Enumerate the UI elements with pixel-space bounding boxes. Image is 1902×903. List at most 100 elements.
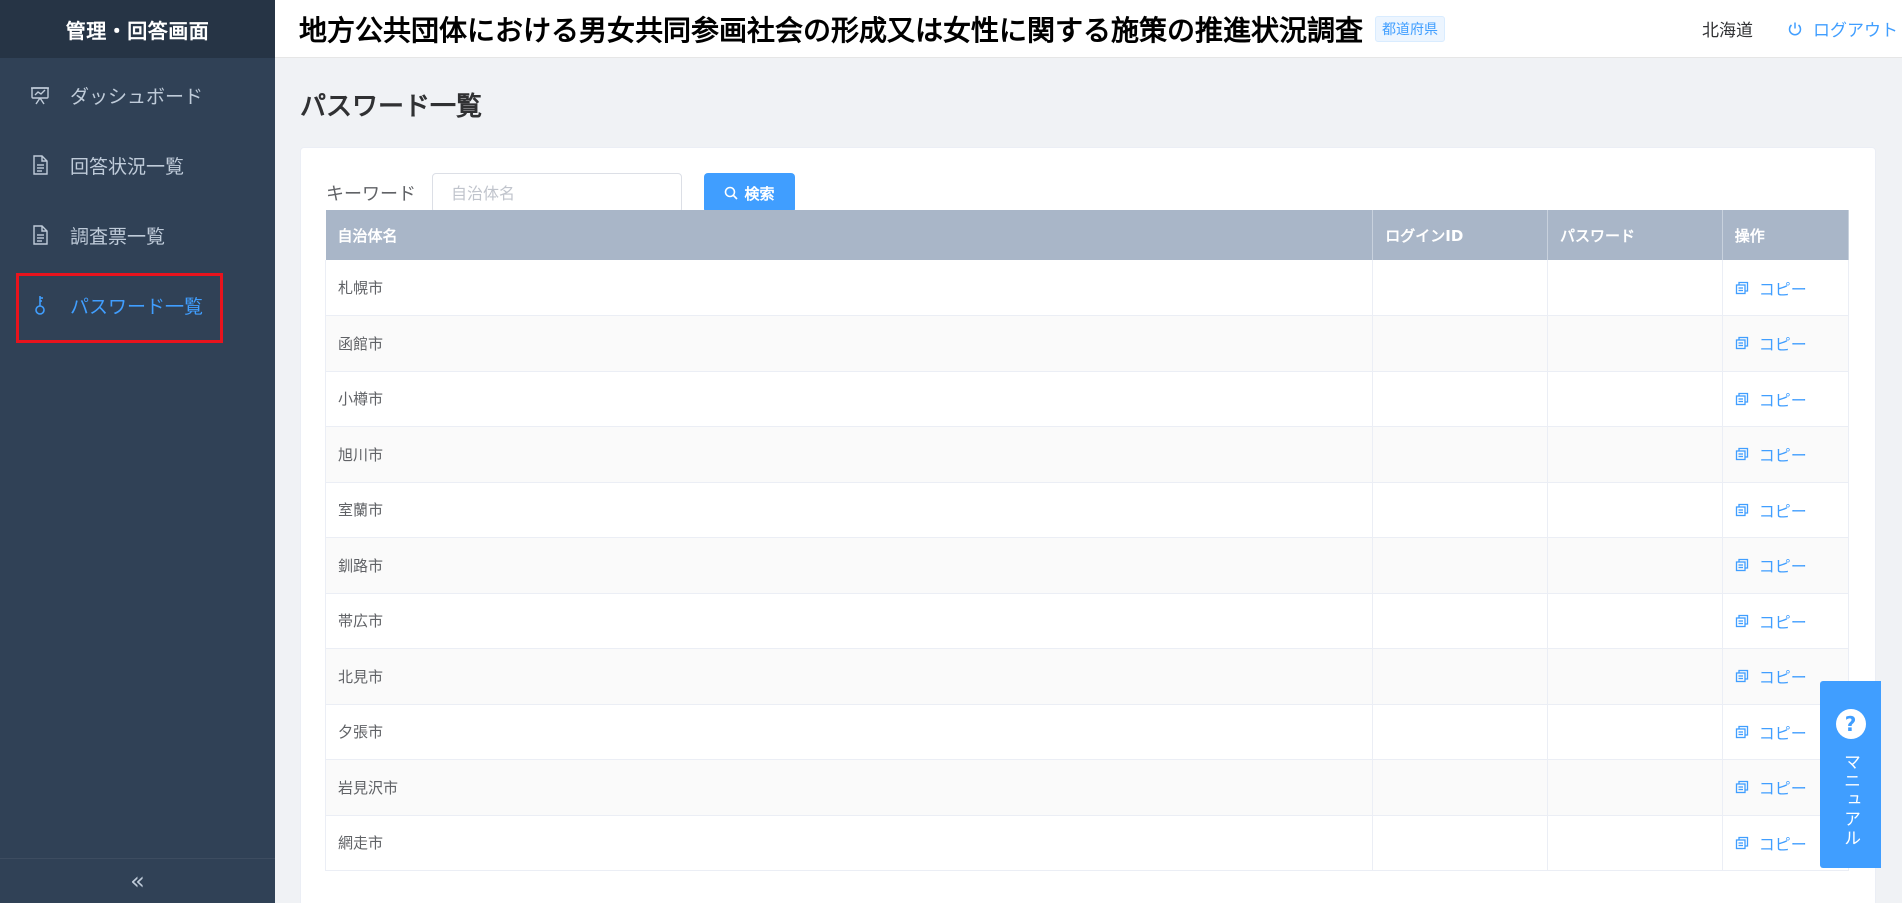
copy-button[interactable]: コピー <box>1735 387 1807 411</box>
password-cell <box>1547 593 1723 649</box>
password-table: 自治体名 ログインID パスワード 操作 札幌市 コピー 函館市 コピー 小樽市… <box>324 210 1850 871</box>
column-header-login-id: ログインID <box>1372 210 1549 260</box>
main-content: パスワード一覧 キーワード 検索 自治体名 ログインID パス <box>275 58 1902 903</box>
municipality-name: 札幌市 <box>338 279 384 297</box>
category-tag: 都道府県 <box>1375 15 1446 42</box>
manual-label: マニュアル <box>1840 753 1860 848</box>
table-row: 岩見沢市 コピー <box>324 759 1850 816</box>
header-right: 北海道 ログアウト <box>1702 16 1902 41</box>
municipality-name: 網走市 <box>338 834 384 853</box>
login-id-cell <box>1372 482 1549 538</box>
search-button[interactable]: 検索 <box>704 173 795 213</box>
table-row: 網走市 コピー <box>324 815 1850 871</box>
copy-label: コピー <box>1758 335 1807 355</box>
login-id-cell <box>1372 426 1549 483</box>
help-icon: ? <box>1835 709 1866 739</box>
municipality-name-cell: 帯広市 <box>324 593 1374 649</box>
password-cell <box>1547 482 1723 538</box>
copy-button[interactable]: コピー <box>1735 775 1807 799</box>
table-row: 夕張市 コピー <box>324 704 1850 760</box>
copy-button[interactable]: コピー <box>1735 331 1807 355</box>
copy-icon <box>1735 836 1748 849</box>
sidebar-item-dashboard[interactable]: ダッシュボード <box>0 60 275 130</box>
municipality-name: 帯広市 <box>338 612 384 631</box>
sidebar-item-survey-list[interactable]: 調査票一覧 <box>0 200 275 270</box>
municipality-name: 旭川市 <box>338 445 384 464</box>
presentation-icon <box>30 84 50 106</box>
password-cell <box>1547 260 1723 316</box>
action-cell: コピー <box>1722 371 1850 427</box>
municipality-name-cell: 岩見沢市 <box>324 759 1374 816</box>
sidebar-title: 管理・回答画面 <box>0 0 275 58</box>
power-icon <box>1788 22 1802 35</box>
copy-button[interactable]: コピー <box>1735 276 1807 300</box>
login-id-cell <box>1372 537 1549 594</box>
table-row: 旭川市 コピー <box>324 426 1850 483</box>
copy-label: コピー <box>1758 557 1807 577</box>
sidebar-nav: ダッシュボード 回答状況一覧 調査票一覧 パスワード一覧 <box>0 58 275 343</box>
copy-icon <box>1735 670 1748 683</box>
sidebar-item-label: 調査票一覧 <box>70 225 166 248</box>
page-title: パスワード一覧 <box>300 92 483 122</box>
municipality-name-cell: 札幌市 <box>324 260 1374 316</box>
copy-icon <box>1735 448 1748 461</box>
copy-button[interactable]: コピー <box>1735 664 1807 688</box>
login-id-cell <box>1372 759 1549 816</box>
password-cell <box>1547 815 1723 871</box>
municipality-name-cell: 夕張市 <box>324 704 1374 760</box>
sidebar-item-password-list[interactable]: パスワード一覧 <box>0 270 275 343</box>
sidebar-item-response-status[interactable]: 回答状況一覧 <box>0 130 275 200</box>
sidebar-item-label: パスワード一覧 <box>70 295 204 318</box>
prefecture-name: 北海道 <box>1702 21 1753 41</box>
copy-label: コピー <box>1758 834 1807 854</box>
copy-icon <box>1735 337 1748 350</box>
password-cell <box>1547 537 1723 594</box>
action-cell: コピー <box>1722 537 1850 594</box>
table-row: 北見市 コピー <box>324 648 1850 705</box>
copy-button[interactable]: コピー <box>1735 553 1807 577</box>
municipality-name: 夕張市 <box>338 723 384 742</box>
column-header-action: 操作 <box>1722 210 1850 260</box>
action-cell: コピー <box>1722 593 1850 649</box>
password-cell <box>1547 648 1723 705</box>
table-row: 小樽市 コピー <box>324 371 1850 427</box>
table-row: 帯広市 コピー <box>324 593 1850 649</box>
sidebar-collapse-button[interactable]: « <box>0 858 275 903</box>
copy-button[interactable]: コピー <box>1735 831 1807 855</box>
password-cell <box>1547 371 1723 427</box>
copy-icon <box>1735 614 1748 627</box>
municipality-name-cell: 室蘭市 <box>324 482 1374 538</box>
copy-label: コピー <box>1758 723 1807 743</box>
table-body: 札幌市 コピー 函館市 コピー 小樽市 コピー 旭川市 コピー 室蘭市 コピー … <box>324 260 1850 871</box>
login-id-cell <box>1372 315 1549 372</box>
password-cell <box>1547 426 1723 483</box>
municipality-name-cell: 釧路市 <box>324 537 1374 594</box>
copy-button[interactable]: コピー <box>1735 720 1807 744</box>
document-icon <box>30 224 50 246</box>
column-header-name: 自治体名 <box>325 210 1374 260</box>
table-row: 釧路市 コピー <box>324 537 1850 594</box>
table-row: 札幌市 コピー <box>324 260 1850 316</box>
copy-icon <box>1735 781 1748 794</box>
action-cell: コピー <box>1722 426 1850 483</box>
document-icon <box>30 154 50 176</box>
municipality-name: 函館市 <box>338 334 384 353</box>
municipality-name: 小樽市 <box>338 390 384 409</box>
column-header-password: パスワード <box>1547 210 1723 260</box>
copy-icon <box>1735 503 1748 516</box>
copy-icon <box>1735 559 1748 572</box>
search-input[interactable] <box>432 173 682 213</box>
logout-label: ログアウト <box>1813 21 1898 41</box>
password-cell <box>1547 704 1723 760</box>
copy-icon <box>1735 725 1748 738</box>
login-id-cell <box>1372 704 1549 760</box>
manual-button[interactable]: ? マニュアル <box>1820 681 1881 868</box>
action-cell: コピー <box>1722 315 1850 372</box>
password-cell <box>1547 759 1723 816</box>
logout-button[interactable]: ログアウト <box>1787 16 1898 41</box>
copy-button[interactable]: コピー <box>1735 442 1807 466</box>
search-bar: キーワード 検索 <box>326 172 1850 214</box>
copy-button[interactable]: コピー <box>1735 498 1807 522</box>
copy-button[interactable]: コピー <box>1735 609 1807 633</box>
login-id-cell <box>1372 593 1549 649</box>
